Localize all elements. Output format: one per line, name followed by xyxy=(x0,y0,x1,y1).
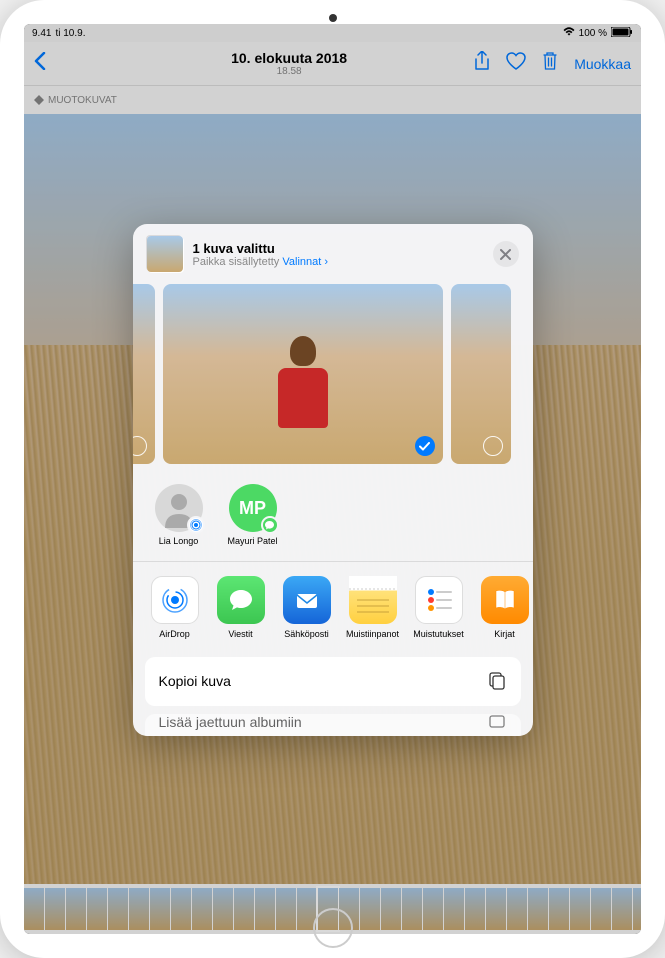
reminders-icon xyxy=(415,576,463,624)
app-label: Viestit xyxy=(228,629,252,639)
contact-name: Lia Longo xyxy=(159,536,199,547)
options-link[interactable]: Valinnat › xyxy=(282,256,328,268)
contact-name: Mayuri Patel xyxy=(227,536,277,547)
album-icon xyxy=(487,714,507,734)
home-button[interactable] xyxy=(313,908,353,948)
app-reminders[interactable]: Muistutukset xyxy=(409,576,469,639)
action-label: Kopioi kuva xyxy=(159,673,231,689)
app-notes[interactable]: Muistiinpanot xyxy=(343,576,403,639)
sheet-thumbnail xyxy=(147,236,183,272)
app-label: Sähköposti xyxy=(284,629,329,639)
messages-badge-icon xyxy=(261,516,279,534)
messages-icon xyxy=(217,576,265,624)
screen: 9.41 ti 10.9. 100 % 10. elokuuta 2018 18… xyxy=(24,24,641,934)
app-label: Muistiinpanot xyxy=(346,629,399,639)
contact-lia-longo[interactable]: Lia Longo xyxy=(151,484,207,547)
contacts-row: Lia Longo MP Mayuri Patel xyxy=(133,478,533,562)
app-airdrop[interactable]: AirDrop xyxy=(145,576,205,639)
sheet-header: 1 kuva valittu Paikka sisällytetty Valin… xyxy=(133,224,533,284)
close-button[interactable] xyxy=(493,241,519,267)
share-sheet: 1 kuva valittu Paikka sisällytetty Valin… xyxy=(133,224,533,736)
preview-row xyxy=(133,284,533,478)
camera xyxy=(329,14,337,22)
preview-photo-prev[interactable] xyxy=(133,284,155,464)
action-add-to-shared-album[interactable]: Lisää jaettuun albumiin xyxy=(145,714,521,736)
contact-mayuri-patel[interactable]: MP Mayuri Patel xyxy=(225,484,281,547)
mail-icon xyxy=(283,576,331,624)
selection-check-icon[interactable] xyxy=(415,436,435,456)
selection-indicator[interactable] xyxy=(483,436,503,456)
app-label: Kirjat xyxy=(494,629,515,639)
airdrop-icon xyxy=(151,576,199,624)
sheet-subtitle: Paikka sisällytetty Valinnat › xyxy=(193,256,483,268)
books-icon xyxy=(481,576,529,624)
preview-photo-selected[interactable] xyxy=(163,284,443,464)
sheet-title: 1 kuva valittu xyxy=(193,241,483,256)
action-copy-photo[interactable]: Kopioi kuva xyxy=(145,657,521,706)
copy-icon xyxy=(487,670,507,693)
app-books[interactable]: Kirjat xyxy=(475,576,533,639)
apps-row: AirDrop Viestit Sähköposti xyxy=(133,562,533,647)
ipad-frame: 9.41 ti 10.9. 100 % 10. elokuuta 2018 18… xyxy=(0,0,665,958)
notes-icon xyxy=(349,576,397,624)
app-label: Muistutukset xyxy=(413,629,464,639)
app-mail[interactable]: Sähköposti xyxy=(277,576,337,639)
app-messages[interactable]: Viestit xyxy=(211,576,271,639)
preview-photo-next[interactable] xyxy=(451,284,511,464)
selection-indicator[interactable] xyxy=(133,436,147,456)
app-label: AirDrop xyxy=(159,629,190,639)
airdrop-badge-icon xyxy=(187,516,205,534)
actions-list: Kopioi kuva Lisää jaettuun albumiin xyxy=(133,647,533,736)
action-label: Lisää jaettuun albumiin xyxy=(159,714,302,730)
